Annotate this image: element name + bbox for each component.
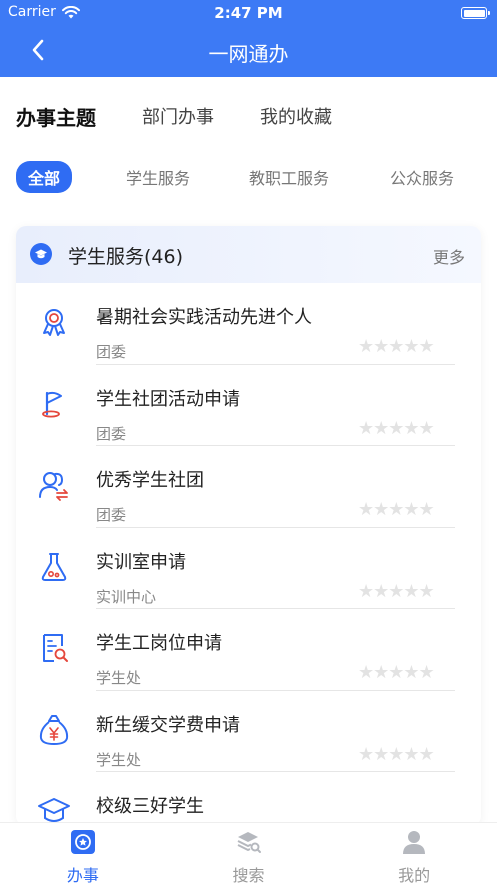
page-title: 一网通办 (208, 42, 289, 66)
more-link[interactable]: 更多 (433, 244, 465, 268)
list-item[interactable]: 学生工岗位申请 学生处 ★★★★★ (16, 609, 481, 691)
rating-stars: ★★★★★ (358, 580, 435, 602)
item-department: 学生处 (96, 669, 142, 687)
tab-search[interactable]: 搜索 (166, 823, 332, 883)
search-stack-icon (237, 832, 261, 853)
tab-services[interactable]: 办事 (0, 823, 166, 883)
list-item[interactable]: 新生缓交学费申请 学生处 ★★★★★ (16, 691, 481, 772)
tab-favorites[interactable]: 我的收藏 (260, 103, 332, 129)
list-item[interactable]: 校级三好学生 (16, 772, 481, 826)
item-name: 暑期社会实践活动先进个人 (96, 307, 312, 328)
rating-stars: ★★★★★ (358, 662, 435, 683)
list-item[interactable]: 实训室申请 实训中心 ★★★★★ (16, 528, 481, 609)
tab-profile[interactable]: 我的 (331, 823, 497, 883)
item-department: 团委 (96, 343, 127, 361)
item-name: 优秀学生社团 (96, 470, 204, 491)
card-header: 学生服务(46) 更多 (16, 226, 481, 283)
rating-stars: ★★★★★ (358, 417, 435, 439)
list-item[interactable]: 暑期社会实践活动先进个人 团委 ★★★★★ (16, 283, 481, 365)
section-title: 学生服务(46) (68, 246, 184, 268)
list-item[interactable]: 学生社团活动申请 团委 ★★★★★ (16, 365, 481, 446)
rating-stars: ★★★★★ (358, 336, 435, 357)
item-name: 实训室申请 (96, 551, 186, 573)
item-department: 实训中心 (96, 587, 157, 606)
flask-icon (41, 552, 67, 581)
money-bag-icon (39, 714, 69, 745)
filter-all[interactable]: 全部 (16, 161, 73, 193)
award-medal-icon (43, 309, 65, 336)
item-name: 学生社团活动申请 (96, 388, 240, 410)
item-department: 学生处 (96, 750, 142, 769)
users-exchange-icon (39, 472, 68, 501)
person-icon (403, 831, 426, 854)
header-bar: Carrier 2:47 PM 一网通办 (0, 0, 497, 77)
service-list: 暑期社会实践活动先进个人 团委 ★★★★★ 学生社团活动申请 团委 ★★★★★ (16, 283, 481, 826)
flag-icon (42, 391, 62, 417)
tab-label: 我的 (398, 866, 431, 883)
star-badge-icon (70, 830, 95, 854)
service-card: 学生服务(46) 更多 暑期社会实践活动先进个人 团委 ★★★★★ 学生社团活动… (16, 226, 481, 826)
list-item[interactable]: 优秀学生社团 团委 ★★★★★ (16, 446, 481, 528)
tab-theme[interactable]: 办事主题 (16, 102, 96, 131)
status-bar: Carrier 2:47 PM (0, 4, 497, 22)
rating-stars: ★★★★★ (358, 743, 435, 765)
tab-department[interactable]: 部门办事 (142, 103, 214, 129)
filter-student-services[interactable]: 学生服务 (126, 165, 190, 189)
document-search-icon (43, 634, 68, 662)
item-department: 团委 (96, 506, 127, 524)
battery-icon (461, 7, 490, 19)
item-name: 新生缓交学费申请 (96, 714, 240, 736)
item-department: 团委 (96, 424, 127, 443)
filter-public-services[interactable]: 公众服务 (390, 165, 454, 189)
filter-chips: 全部 学生服务 教职工服务 公众服务 (16, 161, 486, 193)
clock: 2:47 PM (214, 4, 283, 22)
tab-label: 搜索 (232, 866, 265, 883)
top-tabs: 办事主题 部门办事 我的收藏 (16, 100, 378, 132)
bottom-tab-bar: 办事 搜索 我的 (0, 822, 497, 883)
student-cap-icon (30, 243, 52, 265)
filter-staff-services[interactable]: 教职工服务 (249, 165, 329, 189)
item-name: 学生工岗位申请 (96, 633, 222, 654)
item-name: 校级三好学生 (96, 796, 204, 817)
rating-stars: ★★★★★ (358, 499, 435, 520)
tab-label: 办事 (66, 866, 99, 883)
